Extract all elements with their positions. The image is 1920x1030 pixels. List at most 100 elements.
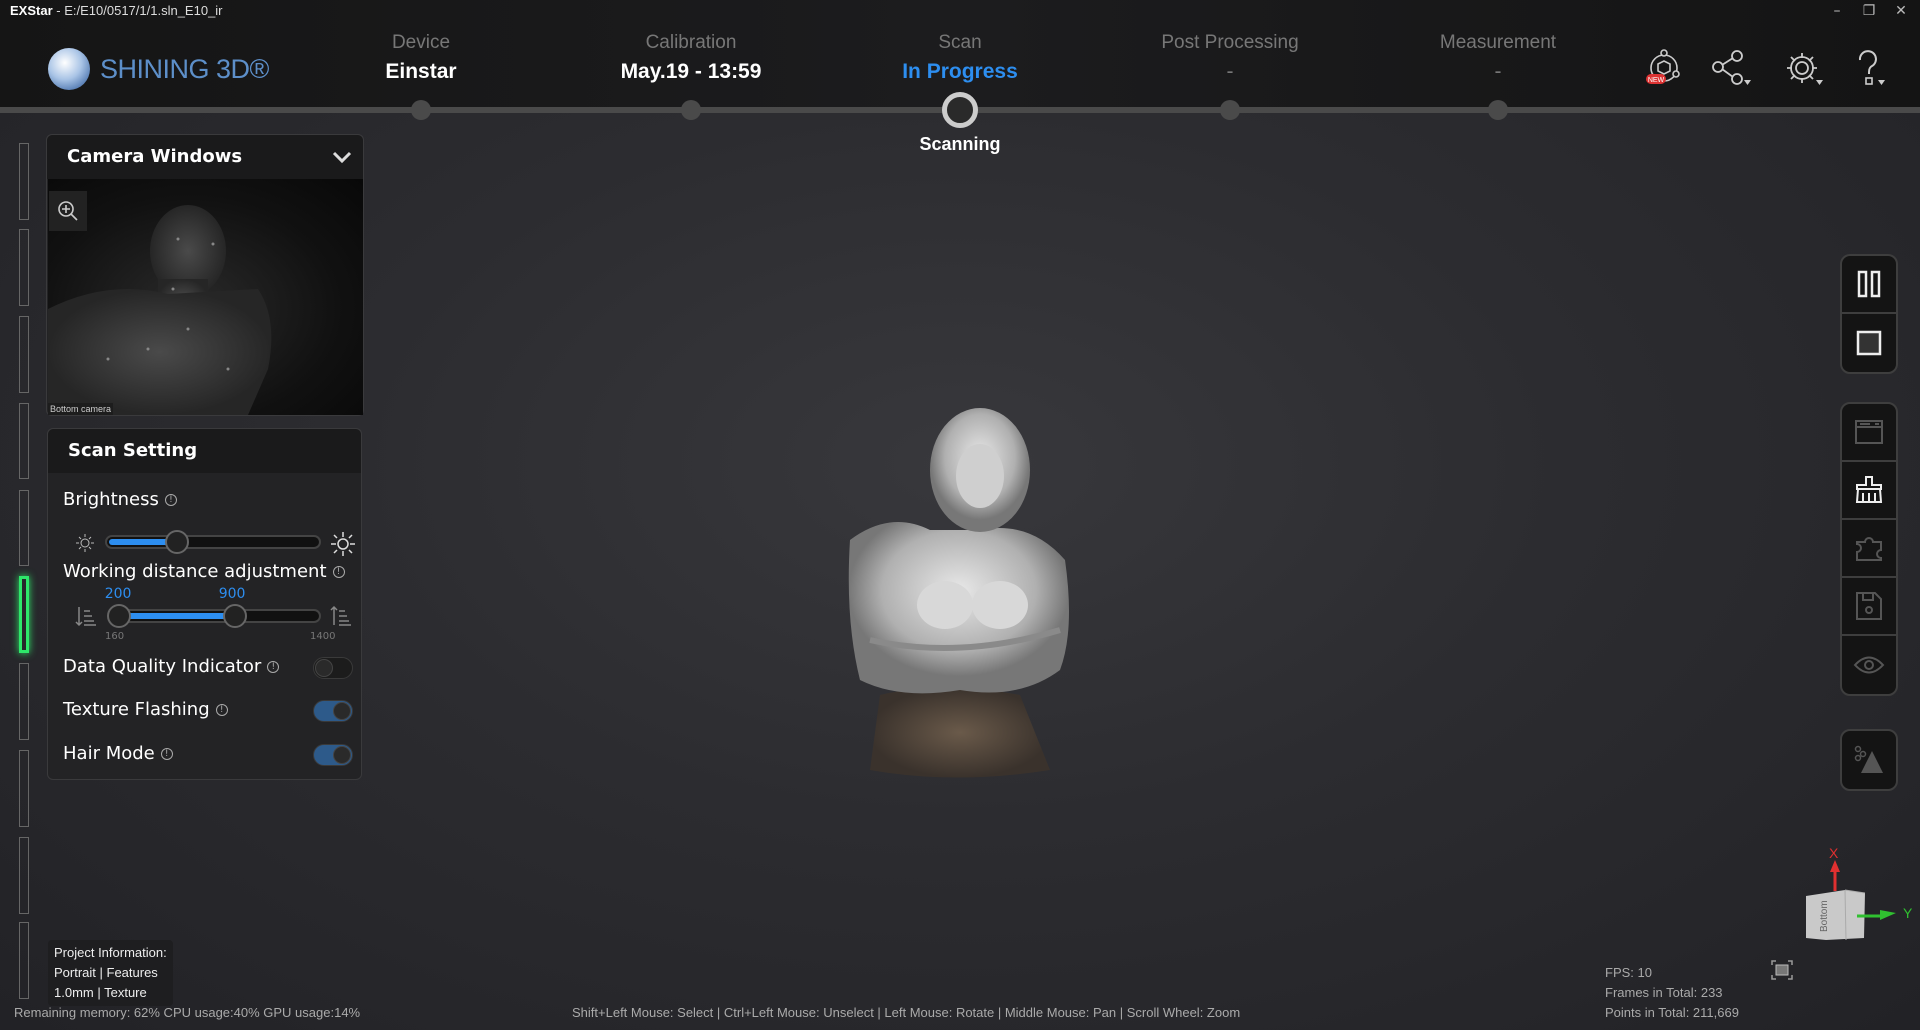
fit-view-icon[interactable] bbox=[1771, 960, 1793, 980]
data-quality-label: Data Quality Indicator! bbox=[63, 656, 280, 677]
rail-segment[interactable] bbox=[19, 663, 29, 740]
mesh-button[interactable] bbox=[1842, 731, 1896, 789]
camera-windows-header[interactable]: Camera Windows bbox=[47, 135, 363, 179]
help-button[interactable] bbox=[1846, 48, 1894, 88]
rail-segment[interactable] bbox=[19, 316, 29, 393]
step-measurement[interactable]: Measurement - bbox=[1378, 32, 1618, 84]
scan-substatus: Scanning bbox=[919, 134, 1001, 154]
svg-text:Bottom: Bottom bbox=[1819, 900, 1830, 932]
help-icon bbox=[1858, 50, 1885, 85]
merge-button[interactable] bbox=[1842, 520, 1896, 578]
rail-segment[interactable] bbox=[19, 750, 29, 827]
mouse-hints: Shift+Left Mouse: Select | Ctrl+Left Mou… bbox=[572, 1005, 1241, 1020]
settings-icon bbox=[1787, 53, 1823, 85]
close-button[interactable]: ✕ bbox=[1888, 0, 1914, 22]
scan-setting-header: Scan Setting bbox=[48, 429, 361, 473]
logo-globe-icon bbox=[48, 48, 90, 90]
brightness-high-icon bbox=[331, 532, 355, 556]
restore-button[interactable]: ❐ bbox=[1856, 0, 1882, 22]
axis-gizmo[interactable]: Bottom X Y bbox=[1780, 830, 1920, 950]
step-dot bbox=[1488, 100, 1508, 120]
brush-icon bbox=[1855, 476, 1883, 503]
mesh-group bbox=[1840, 729, 1898, 791]
share-icon bbox=[1712, 50, 1751, 85]
distance-near-icon bbox=[75, 607, 96, 627]
step-calibration[interactable]: Calibration May.19 - 13:59 bbox=[571, 32, 811, 84]
puzzle-icon bbox=[1856, 537, 1882, 561]
distance-far-icon bbox=[330, 605, 351, 626]
zoom-in-button[interactable] bbox=[49, 191, 87, 231]
edit-tools-group bbox=[1840, 402, 1898, 696]
settings-button[interactable] bbox=[1778, 48, 1826, 88]
project-information: Project Information: Portrait | Features 1… bbox=[48, 940, 173, 1006]
rail-segment[interactable] bbox=[19, 143, 29, 220]
data-quality-toggle[interactable] bbox=[313, 657, 353, 679]
working-distance-low-handle[interactable] bbox=[106, 604, 131, 628]
brightness-slider-handle[interactable] bbox=[164, 530, 189, 554]
logo: SHINING 3D® bbox=[48, 48, 269, 90]
brightness-label: Brightness! bbox=[63, 489, 177, 510]
eye-icon bbox=[1853, 656, 1885, 674]
rail-segment[interactable] bbox=[19, 837, 29, 914]
info-icon[interactable]: ! bbox=[215, 704, 228, 716]
step-dot bbox=[681, 100, 701, 120]
step-current-ring bbox=[942, 92, 978, 128]
brightness-low-icon bbox=[76, 534, 94, 552]
working-distance-label: Working distance adjustment! bbox=[63, 561, 345, 582]
scan-point-cloud bbox=[848, 408, 1069, 778]
window-icon bbox=[1855, 420, 1883, 444]
brightness-slider[interactable] bbox=[105, 530, 321, 554]
working-distance-slider[interactable] bbox=[106, 604, 321, 628]
zoom-in-icon bbox=[58, 201, 78, 221]
svg-text:X: X bbox=[1829, 845, 1839, 861]
step-dot bbox=[411, 100, 431, 120]
view-button[interactable] bbox=[1842, 636, 1896, 694]
camera-feed-image bbox=[48, 205, 272, 415]
step-dot bbox=[1220, 100, 1240, 120]
stop-icon bbox=[1856, 330, 1882, 356]
info-icon[interactable]: ! bbox=[267, 661, 280, 673]
rail-segment[interactable] bbox=[19, 490, 29, 566]
working-distance-high-value: 900 bbox=[218, 586, 246, 602]
camera-feed: Bottom camera bbox=[48, 179, 363, 415]
texture-flashing-toggle[interactable] bbox=[313, 700, 353, 722]
camera-caption: Bottom camera bbox=[48, 403, 114, 415]
info-icon[interactable]: ! bbox=[332, 566, 345, 578]
camera-windows-panel: Camera Windows Bottom camera bbox=[46, 134, 364, 416]
resource-usage: Remaining memory: 62% CPU usage:40% GPU … bbox=[14, 1005, 361, 1020]
svg-text:NEW: NEW bbox=[1648, 77, 1665, 84]
step-scan[interactable]: Scan In Progress bbox=[840, 32, 1080, 84]
working-distance-min: 160 bbox=[105, 631, 125, 642]
save-icon bbox=[1856, 592, 1882, 620]
texture-flashing-label: Texture Flashing! bbox=[63, 699, 228, 720]
new-features-button[interactable]: NEW bbox=[1640, 48, 1688, 88]
working-distance-max: 1400 bbox=[310, 631, 336, 642]
rail-segment[interactable] bbox=[19, 922, 29, 999]
scan-stats: FPS: 10 Frames in Total: 233 Points in Tot… bbox=[1605, 965, 1739, 1020]
info-icon[interactable]: ! bbox=[164, 494, 177, 506]
svg-text:Y: Y bbox=[1903, 905, 1913, 921]
save-button[interactable] bbox=[1842, 578, 1896, 636]
slider-fill bbox=[116, 613, 235, 619]
window-button[interactable] bbox=[1842, 404, 1896, 462]
step-post-processing[interactable]: Post Processing - bbox=[1110, 32, 1350, 84]
info-icon[interactable]: ! bbox=[160, 748, 173, 760]
share-button[interactable] bbox=[1708, 48, 1756, 88]
scan-setting-panel: Scan Setting Brightness! Working distanc… bbox=[47, 428, 362, 780]
clean-button[interactable] bbox=[1842, 462, 1896, 520]
pause-button[interactable] bbox=[1842, 256, 1896, 314]
working-distance-low-value: 200 bbox=[104, 586, 132, 602]
chevron-down-icon[interactable] bbox=[331, 149, 353, 165]
minimize-button[interactable]: – bbox=[1824, 0, 1850, 22]
rail-segment[interactable] bbox=[19, 403, 29, 479]
rail-segment[interactable] bbox=[19, 229, 29, 306]
hair-mode-toggle[interactable] bbox=[313, 744, 353, 766]
working-distance-high-handle[interactable] bbox=[222, 604, 247, 628]
window-title: EXStar - E:/E10/0517/1/1.sln_E10_ir bbox=[10, 3, 223, 18]
new-features-icon: NEW bbox=[1646, 49, 1680, 84]
step-device[interactable]: Device Einstar bbox=[301, 32, 541, 84]
mesh-icon bbox=[1854, 745, 1883, 773]
stop-button[interactable] bbox=[1842, 314, 1896, 372]
scan-control-group bbox=[1840, 254, 1898, 374]
rail-segment-active[interactable] bbox=[19, 576, 29, 653]
